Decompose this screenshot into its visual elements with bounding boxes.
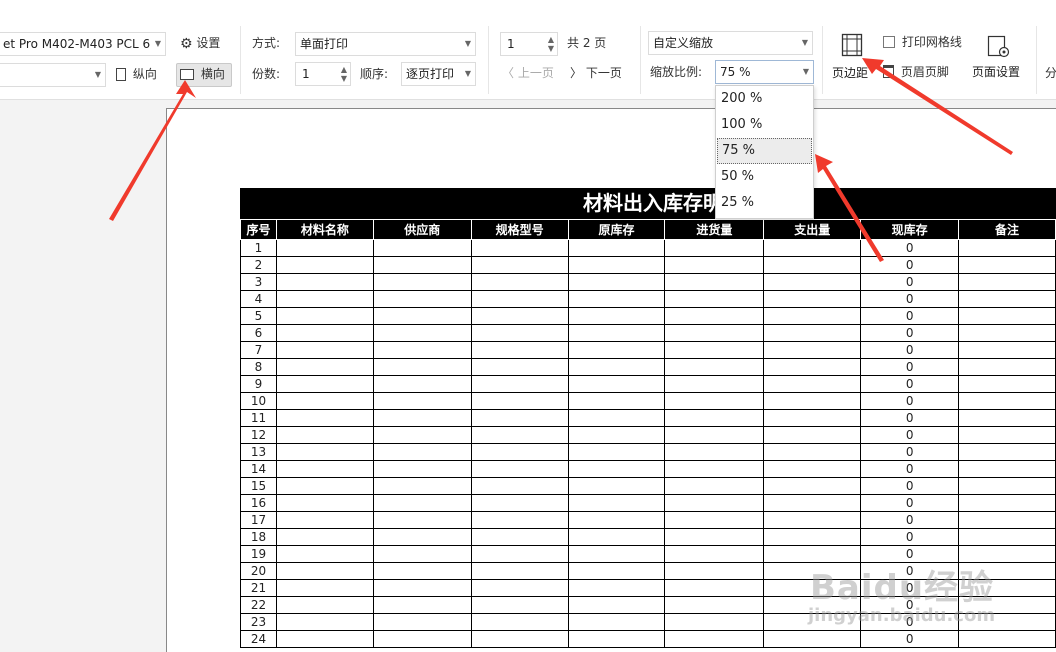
annotation-arrows [109, 58, 1013, 262]
annotation-arrow-zoom [815, 154, 884, 262]
annotation-arrow-gridlines [862, 58, 1013, 155]
annotation-arrow-landscape [109, 80, 196, 221]
